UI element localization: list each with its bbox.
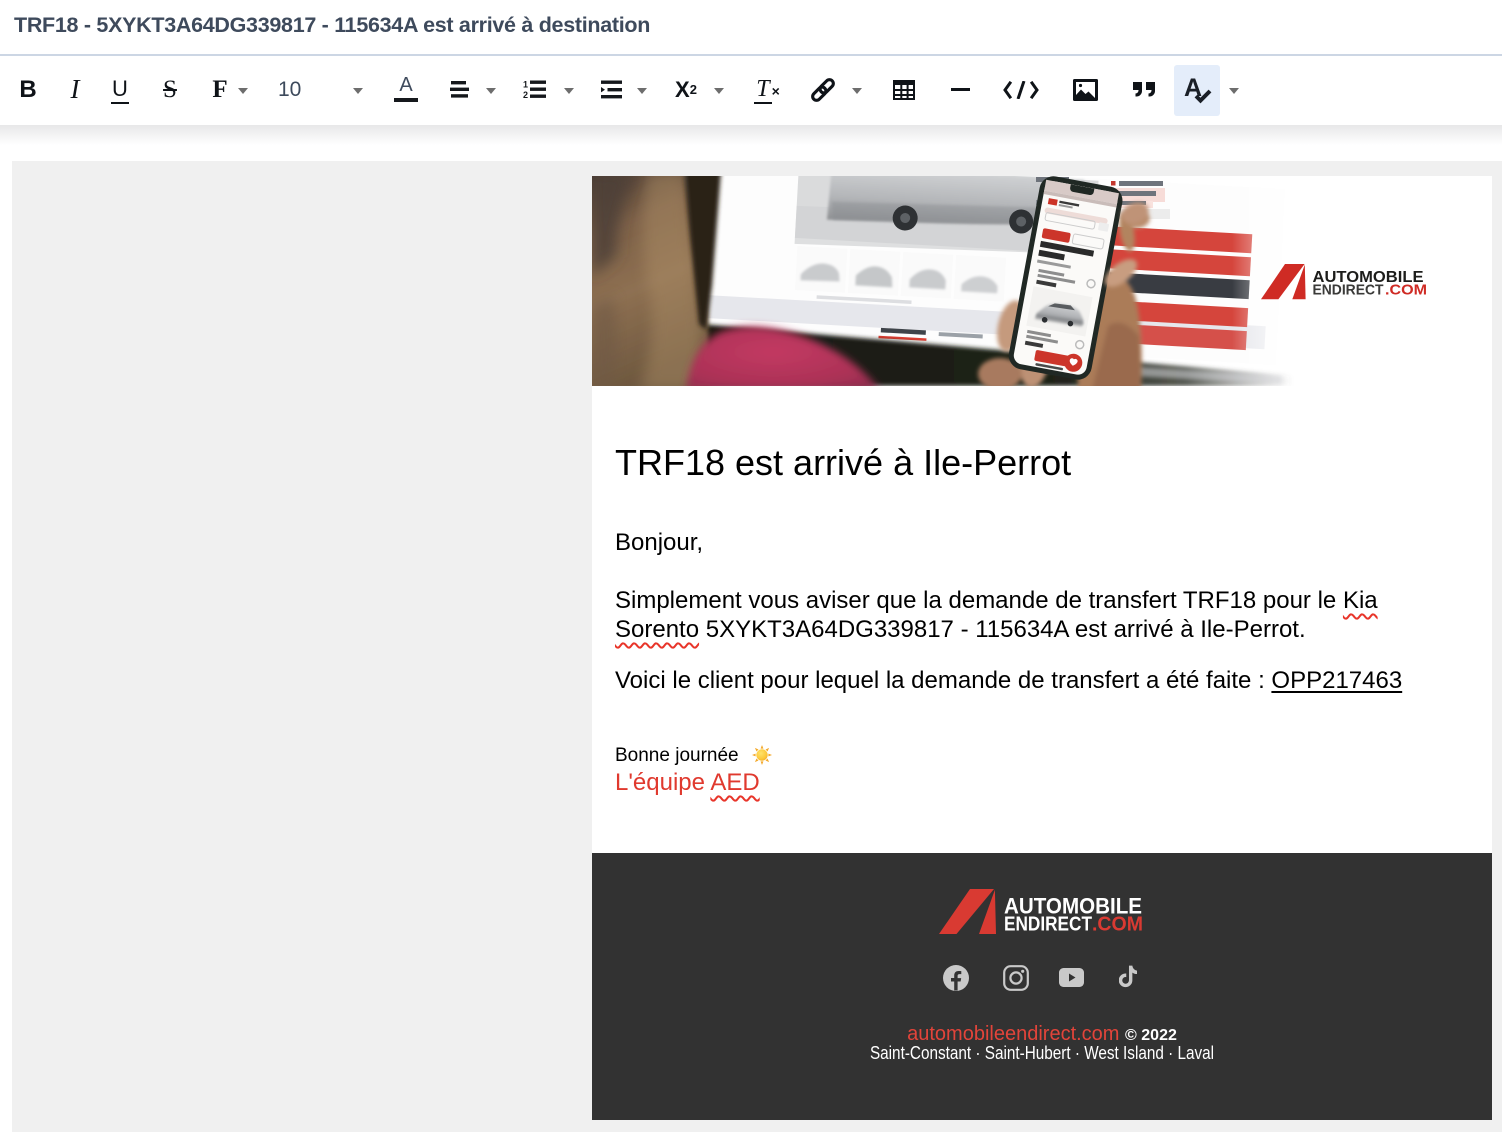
- svg-text:ENDIRECT: ENDIRECT: [1004, 913, 1092, 936]
- svg-text:ENDIRECT: ENDIRECT: [1313, 282, 1384, 299]
- svg-text:2: 2: [523, 90, 528, 99]
- svg-text:1: 1: [523, 80, 528, 90]
- svg-text:.COM: .COM: [1092, 913, 1143, 936]
- svg-text:.COM: .COM: [1385, 282, 1427, 299]
